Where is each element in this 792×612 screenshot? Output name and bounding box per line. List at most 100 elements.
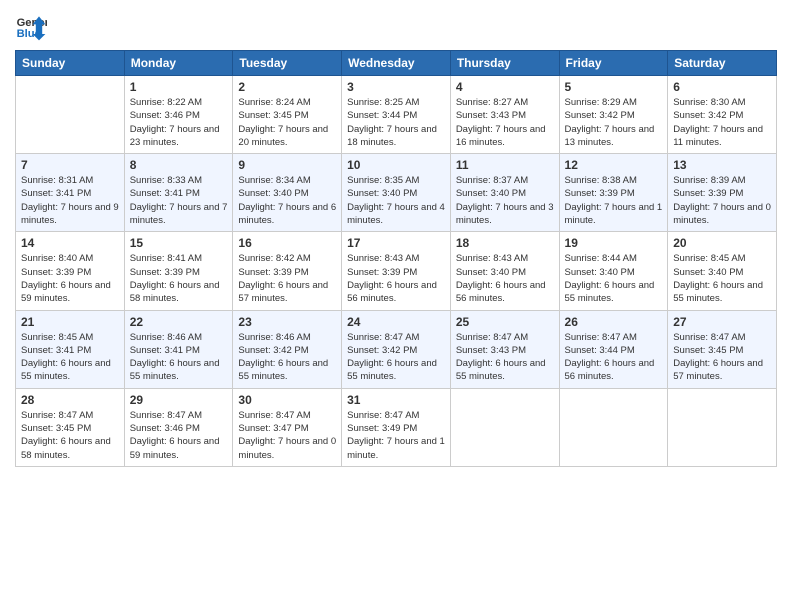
calendar-cell: 6Sunrise: 8:30 AM Sunset: 3:42 PM Daylig… xyxy=(668,76,777,154)
calendar-cell: 20 Sunrise: 8:45 AM Sunset: 3:40 PM Dayli… xyxy=(668,232,777,310)
calendar-cell: 14 Sunrise: 8:40 AM Sunset: 3:39 PM Dayli… xyxy=(16,232,125,310)
day-number: 9 xyxy=(238,158,336,172)
day-info: Sunrise: 8:44 AM Sunset: 3:40 PM Dayligh… xyxy=(565,252,663,305)
calendar-cell: 8Sunrise: 8:33 AM Sunset: 3:41 PM Daylig… xyxy=(124,154,233,232)
day-info: Sunrise: 8:47 AM Sunset: 3:45 PM Dayligh… xyxy=(21,409,119,462)
day-number: 3 xyxy=(347,80,445,94)
weekday-header-sunday: Sunday xyxy=(16,51,125,76)
day-info: Sunrise: 8:47 AM Sunset: 3:47 PM Dayligh… xyxy=(238,409,336,462)
day-number: 14 xyxy=(21,236,119,250)
calendar-cell xyxy=(450,388,559,466)
calendar-table: SundayMondayTuesdayWednesdayThursdayFrid… xyxy=(15,50,777,467)
day-number: 2 xyxy=(238,80,336,94)
day-info: Sunrise: 8:47 AM Sunset: 3:43 PM Dayligh… xyxy=(456,331,554,384)
day-info: Sunrise: 8:39 AM Sunset: 3:39 PM Dayligh… xyxy=(673,174,771,227)
day-info: Sunrise: 8:45 AM Sunset: 3:41 PM Dayligh… xyxy=(21,331,119,384)
calendar-cell: 18 Sunrise: 8:43 AM Sunset: 3:40 PM Dayli… xyxy=(450,232,559,310)
calendar-cell: 3Sunrise: 8:25 AM Sunset: 3:44 PM Daylig… xyxy=(342,76,451,154)
calendar-cell: 30 Sunrise: 8:47 AM Sunset: 3:47 PM Dayli… xyxy=(233,388,342,466)
day-number: 30 xyxy=(238,393,336,407)
day-number: 17 xyxy=(347,236,445,250)
day-number: 7 xyxy=(21,158,119,172)
calendar-cell: 13 Sunrise: 8:39 AM Sunset: 3:39 PM Dayli… xyxy=(668,154,777,232)
day-info: Sunrise: 8:34 AM Sunset: 3:40 PM Dayligh… xyxy=(238,174,336,227)
day-info: Sunrise: 8:31 AM Sunset: 3:41 PM Dayligh… xyxy=(21,174,119,227)
day-number: 15 xyxy=(130,236,228,250)
day-info: Sunrise: 8:27 AM Sunset: 3:43 PM Dayligh… xyxy=(456,96,554,149)
day-number: 20 xyxy=(673,236,771,250)
calendar-cell xyxy=(668,388,777,466)
day-number: 13 xyxy=(673,158,771,172)
day-info: Sunrise: 8:47 AM Sunset: 3:44 PM Dayligh… xyxy=(565,331,663,384)
day-number: 21 xyxy=(21,315,119,329)
day-number: 24 xyxy=(347,315,445,329)
calendar-cell: 16 Sunrise: 8:42 AM Sunset: 3:39 PM Dayli… xyxy=(233,232,342,310)
day-info: Sunrise: 8:43 AM Sunset: 3:40 PM Dayligh… xyxy=(456,252,554,305)
weekday-header-thursday: Thursday xyxy=(450,51,559,76)
week-row-3: 14 Sunrise: 8:40 AM Sunset: 3:39 PM Dayli… xyxy=(16,232,777,310)
day-number: 18 xyxy=(456,236,554,250)
day-number: 28 xyxy=(21,393,119,407)
day-info: Sunrise: 8:46 AM Sunset: 3:41 PM Dayligh… xyxy=(130,331,228,384)
calendar-cell: 5Sunrise: 8:29 AM Sunset: 3:42 PM Daylig… xyxy=(559,76,668,154)
day-number: 1 xyxy=(130,80,228,94)
day-number: 16 xyxy=(238,236,336,250)
day-info: Sunrise: 8:45 AM Sunset: 3:40 PM Dayligh… xyxy=(673,252,771,305)
day-info: Sunrise: 8:47 AM Sunset: 3:42 PM Dayligh… xyxy=(347,331,445,384)
calendar-cell xyxy=(559,388,668,466)
day-number: 12 xyxy=(565,158,663,172)
calendar-cell: 12 Sunrise: 8:38 AM Sunset: 3:39 PM Dayli… xyxy=(559,154,668,232)
day-info: Sunrise: 8:40 AM Sunset: 3:39 PM Dayligh… xyxy=(21,252,119,305)
week-row-2: 7 Sunrise: 8:31 AM Sunset: 3:41 PM Daylig… xyxy=(16,154,777,232)
day-number: 26 xyxy=(565,315,663,329)
day-info: Sunrise: 8:38 AM Sunset: 3:39 PM Dayligh… xyxy=(565,174,663,227)
day-number: 29 xyxy=(130,393,228,407)
week-row-5: 28 Sunrise: 8:47 AM Sunset: 3:45 PM Dayli… xyxy=(16,388,777,466)
day-info: Sunrise: 8:30 AM Sunset: 3:42 PM Dayligh… xyxy=(673,96,771,149)
calendar-cell: 7 Sunrise: 8:31 AM Sunset: 3:41 PM Daylig… xyxy=(16,154,125,232)
logo-icon: General Blue xyxy=(15,10,47,42)
weekday-header-monday: Monday xyxy=(124,51,233,76)
calendar-cell: 17 Sunrise: 8:43 AM Sunset: 3:39 PM Dayli… xyxy=(342,232,451,310)
calendar-cell: 29 Sunrise: 8:47 AM Sunset: 3:46 PM Dayli… xyxy=(124,388,233,466)
week-row-1: 1Sunrise: 8:22 AM Sunset: 3:46 PM Daylig… xyxy=(16,76,777,154)
calendar-cell: 4Sunrise: 8:27 AM Sunset: 3:43 PM Daylig… xyxy=(450,76,559,154)
calendar-cell: 10 Sunrise: 8:35 AM Sunset: 3:40 PM Dayli… xyxy=(342,154,451,232)
day-info: Sunrise: 8:35 AM Sunset: 3:40 PM Dayligh… xyxy=(347,174,445,227)
day-info: Sunrise: 8:42 AM Sunset: 3:39 PM Dayligh… xyxy=(238,252,336,305)
logo: General Blue xyxy=(15,10,51,42)
day-info: Sunrise: 8:43 AM Sunset: 3:39 PM Dayligh… xyxy=(347,252,445,305)
calendar-cell: 19Sunrise: 8:44 AM Sunset: 3:40 PM Dayli… xyxy=(559,232,668,310)
calendar-cell: 26 Sunrise: 8:47 AM Sunset: 3:44 PM Dayli… xyxy=(559,310,668,388)
calendar-cell: 15Sunrise: 8:41 AM Sunset: 3:39 PM Dayli… xyxy=(124,232,233,310)
day-info: Sunrise: 8:29 AM Sunset: 3:42 PM Dayligh… xyxy=(565,96,663,149)
day-number: 11 xyxy=(456,158,554,172)
day-info: Sunrise: 8:37 AM Sunset: 3:40 PM Dayligh… xyxy=(456,174,554,227)
calendar-cell: 27Sunrise: 8:47 AM Sunset: 3:45 PM Dayli… xyxy=(668,310,777,388)
day-info: Sunrise: 8:24 AM Sunset: 3:45 PM Dayligh… xyxy=(238,96,336,149)
weekday-header-saturday: Saturday xyxy=(668,51,777,76)
day-info: Sunrise: 8:47 AM Sunset: 3:46 PM Dayligh… xyxy=(130,409,228,462)
weekday-header-row: SundayMondayTuesdayWednesdayThursdayFrid… xyxy=(16,51,777,76)
day-number: 10 xyxy=(347,158,445,172)
calendar-cell: 22Sunrise: 8:46 AM Sunset: 3:41 PM Dayli… xyxy=(124,310,233,388)
calendar-cell: 21 Sunrise: 8:45 AM Sunset: 3:41 PM Dayli… xyxy=(16,310,125,388)
calendar-cell: 25 Sunrise: 8:47 AM Sunset: 3:43 PM Dayli… xyxy=(450,310,559,388)
day-info: Sunrise: 8:46 AM Sunset: 3:42 PM Dayligh… xyxy=(238,331,336,384)
weekday-header-friday: Friday xyxy=(559,51,668,76)
day-info: Sunrise: 8:47 AM Sunset: 3:45 PM Dayligh… xyxy=(673,331,771,384)
calendar-cell: 28 Sunrise: 8:47 AM Sunset: 3:45 PM Dayli… xyxy=(16,388,125,466)
calendar-cell: 24 Sunrise: 8:47 AM Sunset: 3:42 PM Dayli… xyxy=(342,310,451,388)
calendar-cell: 11 Sunrise: 8:37 AM Sunset: 3:40 PM Dayli… xyxy=(450,154,559,232)
calendar-cell: 1Sunrise: 8:22 AM Sunset: 3:46 PM Daylig… xyxy=(124,76,233,154)
day-info: Sunrise: 8:47 AM Sunset: 3:49 PM Dayligh… xyxy=(347,409,445,462)
calendar-cell: 31Sunrise: 8:47 AM Sunset: 3:49 PM Dayli… xyxy=(342,388,451,466)
calendar-cell: 9 Sunrise: 8:34 AM Sunset: 3:40 PM Daylig… xyxy=(233,154,342,232)
weekday-header-tuesday: Tuesday xyxy=(233,51,342,76)
day-number: 23 xyxy=(238,315,336,329)
day-number: 25 xyxy=(456,315,554,329)
page-header: General Blue xyxy=(15,10,777,42)
calendar-cell: 2 Sunrise: 8:24 AM Sunset: 3:45 PM Daylig… xyxy=(233,76,342,154)
calendar-cell: 23 Sunrise: 8:46 AM Sunset: 3:42 PM Dayli… xyxy=(233,310,342,388)
calendar-cell xyxy=(16,76,125,154)
